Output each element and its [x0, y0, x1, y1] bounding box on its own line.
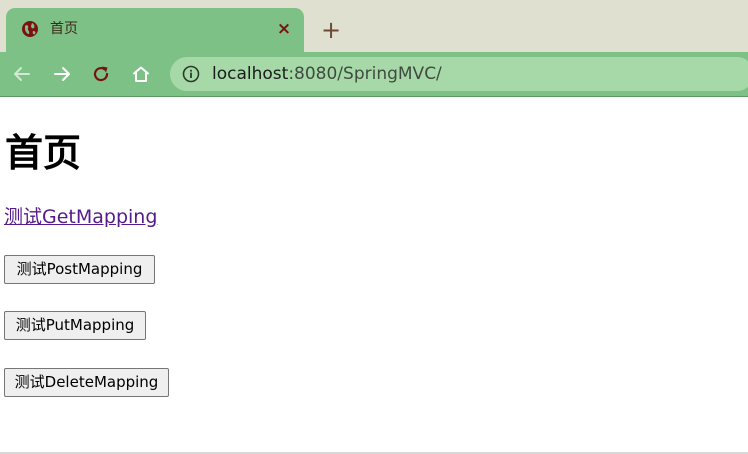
- back-button[interactable]: [8, 60, 36, 88]
- post-mapping-button[interactable]: 测试PostMapping: [4, 255, 155, 284]
- home-button[interactable]: [127, 60, 155, 88]
- put-mapping-button[interactable]: 测试PutMapping: [4, 311, 146, 340]
- toolbar-divider: [0, 96, 748, 97]
- page-title: 首页: [5, 131, 82, 175]
- info-icon[interactable]: [182, 65, 200, 83]
- reload-button[interactable]: [87, 60, 115, 88]
- url-path: :8080/SpringMVC/: [288, 64, 442, 84]
- globe-icon: [22, 21, 38, 37]
- forward-button[interactable]: [48, 60, 76, 88]
- get-mapping-link[interactable]: 测试GetMapping: [4, 205, 157, 229]
- delete-mapping-button[interactable]: 测试DeleteMapping: [4, 368, 169, 397]
- arrow-left-icon: [14, 67, 30, 81]
- reload-icon: [93, 66, 109, 82]
- new-tab-button[interactable]: +: [318, 17, 344, 43]
- tab-title: 首页: [50, 21, 78, 37]
- address-bar[interactable]: localhost:8080/SpringMVC/: [170, 57, 748, 91]
- arrow-right-icon: [54, 67, 70, 81]
- browser-toolbar: localhost:8080/SpringMVC/: [0, 52, 748, 96]
- home-icon: [133, 66, 149, 82]
- url-host: localhost: [212, 64, 289, 84]
- url-text: localhost:8080/SpringMVC/: [212, 64, 442, 84]
- tab-strip: 首页 × +: [0, 0, 748, 56]
- active-tab[interactable]: 首页 ×: [6, 8, 304, 56]
- close-tab-icon[interactable]: ×: [274, 19, 294, 39]
